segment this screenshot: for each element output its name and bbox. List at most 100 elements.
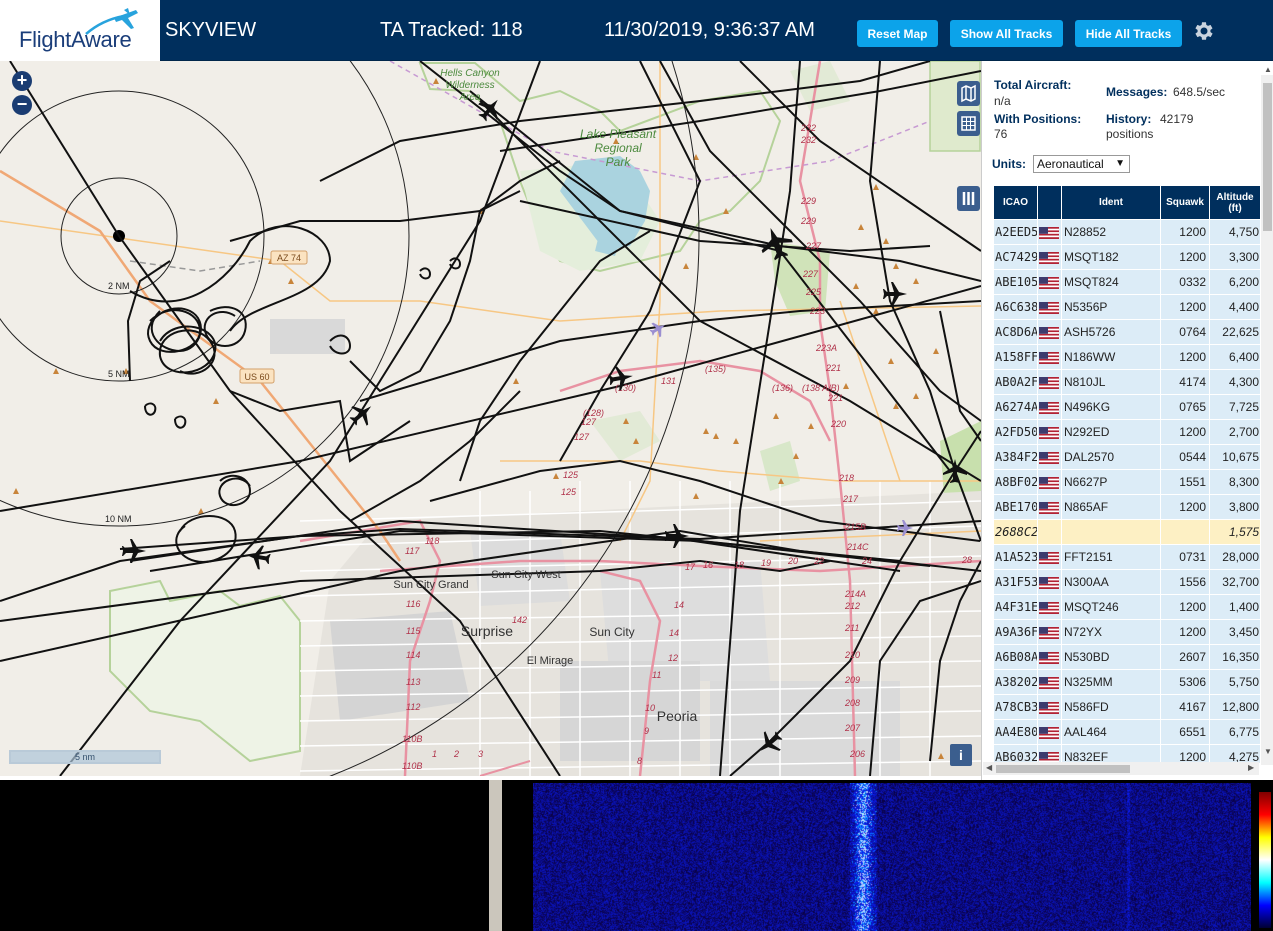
squawk-cell: 1551 — [1161, 470, 1209, 494]
us-flag-icon — [1039, 726, 1059, 739]
us-flag-icon — [1039, 501, 1059, 514]
ident-cell: N186WW — [1062, 345, 1160, 369]
aircraft-sidebar: Total Aircraft: n/a Messages: 648.5/sec … — [981, 61, 1273, 780]
exit-label: 10 — [645, 703, 655, 713]
exit-label: 223 — [809, 306, 825, 316]
altitude-cell: 12,800 — [1210, 695, 1260, 719]
aircraft-row[interactable]: A6B08A N530BD 2607 16,350 — [994, 645, 1261, 669]
hide-all-tracks-button[interactable]: Hide All Tracks — [1075, 20, 1182, 47]
column-header-icao[interactable]: ICAO — [994, 186, 1037, 219]
aircraft-row[interactable]: A1A523 FFT2151 0731 28,000 — [994, 545, 1261, 569]
column-header-flag[interactable] — [1038, 186, 1061, 219]
history-unit: positions — [1106, 127, 1154, 141]
column-header-squawk[interactable]: Squawk — [1161, 186, 1209, 219]
flag-cell — [1038, 245, 1061, 269]
horizontal-scrollbar-thumb[interactable] — [996, 765, 1130, 773]
exit-label: 142 — [512, 615, 527, 625]
aircraft-row[interactable]: A158FF N186WW 1200 6,400 — [994, 345, 1261, 369]
vertical-scrollbar-thumb[interactable] — [1263, 83, 1272, 231]
flag-cell — [1038, 295, 1061, 319]
info-button[interactable]: i — [950, 744, 972, 766]
icao-cell: A78CB3 — [994, 695, 1037, 719]
aircraft-row[interactable]: AC8D6A ASH5726 0764 22,625 — [994, 320, 1261, 344]
aircraft-row[interactable]: AA4E80 AAL464 6551 6,775 — [994, 720, 1261, 744]
flag-cell — [1038, 345, 1061, 369]
aircraft-row[interactable]: 2688C2 1,575 — [994, 520, 1261, 544]
ident-cell: DAL2570 — [1062, 445, 1160, 469]
map-view[interactable]: 2 NM 5 NM 10 NM Hells Canyon Wilderness … — [0, 61, 981, 776]
panel-divider[interactable] — [489, 780, 502, 931]
column-header-altitude[interactable]: Altitude (ft) — [1210, 186, 1260, 219]
units-select[interactable]: Aeronautical ▼ — [1033, 155, 1130, 173]
aircraft-row[interactable]: A4F31E MSQT246 1200 1,400 — [994, 595, 1261, 619]
grid-overlay-icon[interactable] — [957, 111, 980, 136]
zoom-in-button[interactable]: + — [12, 71, 32, 91]
show-all-tracks-button[interactable]: Show All Tracks — [950, 20, 1063, 47]
aircraft-row[interactable]: ABE170 N865AF 1200 3,800 — [994, 495, 1261, 519]
aircraft-row[interactable]: AB0A2F N810JL 4174 4,300 — [994, 370, 1261, 394]
altitude-cell: 4,275 — [1210, 745, 1260, 763]
columns-icon[interactable] — [957, 186, 980, 211]
icao-cell: ABE105 — [994, 270, 1037, 294]
aircraft-row[interactable]: A2EED5 N28852 1200 4,750 — [994, 220, 1261, 244]
exit-label: (135) — [705, 364, 726, 374]
range-ring-label-2nm: 2 NM — [108, 281, 130, 291]
scroll-down-icon[interactable]: ▼ — [1264, 747, 1272, 756]
aircraft-row[interactable]: A2FD50 N292ED 1200 2,700 — [994, 420, 1261, 444]
exit-label: 209 — [844, 675, 860, 685]
squawk-cell: 1556 — [1161, 570, 1209, 594]
aircraft-row[interactable]: AB6032 N832EF 1200 4,275 — [994, 745, 1261, 763]
aircraft-row[interactable]: A9A36F N72YX 1200 3,450 — [994, 620, 1261, 644]
place-lake-pleasant: Lake Pleasant — [580, 127, 657, 141]
squawk-cell: 1200 — [1161, 245, 1209, 269]
exit-label: 16 — [703, 560, 713, 570]
flag-cell — [1038, 470, 1061, 494]
ident-cell: N325MM — [1062, 670, 1160, 694]
squawk-cell: 1200 — [1161, 295, 1209, 319]
altitude-cell: 16,350 — [1210, 645, 1260, 669]
altitude-cell: 4,300 — [1210, 370, 1260, 394]
scroll-up-icon[interactable]: ▲ — [1264, 65, 1272, 74]
aircraft-row[interactable]: ABE105 MSQT824 0332 6,200 — [994, 270, 1261, 294]
us-flag-icon — [1039, 226, 1059, 239]
aircraft-row[interactable]: AC7429 MSQT182 1200 3,300 — [994, 245, 1261, 269]
scroll-right-icon[interactable]: ▶ — [1248, 763, 1254, 772]
zoom-out-button[interactable]: − — [12, 95, 32, 115]
gear-icon[interactable] — [1192, 19, 1216, 43]
column-header-ident[interactable]: Ident — [1062, 186, 1160, 219]
reset-map-button[interactable]: Reset Map — [857, 20, 938, 47]
ident-cell: N300AA — [1062, 570, 1160, 594]
aircraft-table-container[interactable]: ICAO Ident Squawk Altitude (ft) A2EED5 N28… — [993, 185, 1261, 763]
icao-cell: A158FF — [994, 345, 1037, 369]
altitude-cell: 1,575 — [1210, 520, 1260, 544]
aircraft-row[interactable]: A6274A N496KG 0765 7,725 — [994, 395, 1261, 419]
ident-cell: N6627P — [1062, 470, 1160, 494]
map-layers-icon[interactable] — [957, 81, 980, 106]
map-canvas[interactable]: 2 NM 5 NM 10 NM Hells Canyon Wilderness … — [0, 61, 981, 776]
ident-cell: N72YX — [1062, 620, 1160, 644]
spectrum-panel — [0, 780, 1273, 931]
exit-label: (136) — [772, 383, 793, 393]
aircraft-row[interactable]: A38202 N325MM 5306 5,750 — [994, 670, 1261, 694]
aircraft-row[interactable]: A6C638 N5356P 1200 4,400 — [994, 295, 1261, 319]
scroll-left-icon[interactable]: ◀ — [986, 763, 992, 772]
place-park: Park — [606, 155, 632, 169]
aircraft-row[interactable]: A384F2 DAL2570 0544 10,675 — [994, 445, 1261, 469]
altitude-cell: 28,000 — [1210, 545, 1260, 569]
ident-cell: N810JL — [1062, 370, 1160, 394]
aircraft-row[interactable]: A31F53 N300AA 1556 32,700 — [994, 570, 1261, 594]
us-flag-icon — [1039, 426, 1059, 439]
exit-label: 125 — [561, 487, 577, 497]
flag-cell — [1038, 395, 1061, 419]
exit-label: 221 — [825, 363, 841, 373]
aircraft-icon[interactable] — [345, 397, 379, 431]
aircraft-row[interactable]: A8BF02 N6627P 1551 8,300 — [994, 470, 1261, 494]
units-label: Units: — [992, 157, 1026, 171]
aircraft-row[interactable]: A78CB3 N586FD 4167 12,800 — [994, 695, 1261, 719]
messages-value: 648.5/sec — [1173, 85, 1226, 99]
exit-label: 127 — [574, 432, 590, 442]
ident-cell: N586FD — [1062, 695, 1160, 719]
icao-cell: AC7429 — [994, 245, 1037, 269]
icao-cell: AB0A2F — [994, 370, 1037, 394]
with-positions-value: 76 — [994, 127, 1008, 141]
